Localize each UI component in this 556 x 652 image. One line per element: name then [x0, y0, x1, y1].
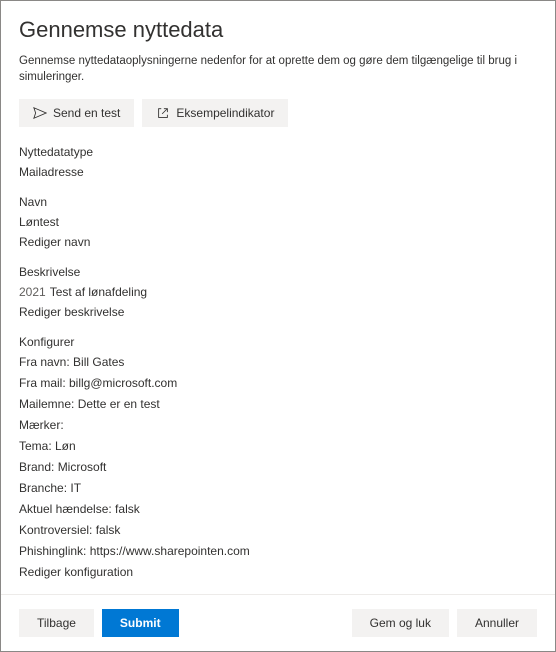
payload-type-label: Nyttedatatype	[19, 145, 537, 159]
cancel-button[interactable]: Annuller	[457, 609, 537, 637]
config-brand: Brand: Microsoft	[19, 460, 537, 474]
description-year: 2021	[19, 285, 46, 299]
send-icon	[33, 106, 47, 120]
payload-type-section: Nyttedatatype Mailadresse	[19, 145, 537, 179]
external-link-icon	[156, 106, 170, 120]
example-indicator-label: Eksempelindikator	[176, 106, 274, 120]
configure-label: Konfigurer	[19, 335, 537, 349]
footer: Tilbage Submit Gem og luk Annuller	[1, 594, 555, 651]
send-test-button[interactable]: Send en test	[19, 99, 134, 127]
example-indicator-button[interactable]: Eksempelindikator	[142, 99, 288, 127]
configure-section: Konfigurer Fra navn: Bill Gates Fra mail…	[19, 335, 537, 585]
name-label: Navn	[19, 195, 537, 209]
name-value: Løntest	[19, 215, 537, 229]
description-section: Beskrivelse 2021 Test af lønafdeling Red…	[19, 265, 537, 319]
edit-name-link[interactable]: Rediger navn	[19, 235, 537, 249]
description-label: Beskrivelse	[19, 265, 537, 279]
config-controversial: Kontroversiel: falsk	[19, 523, 537, 537]
send-test-label: Send en test	[53, 106, 120, 120]
config-branch: Branche: IT	[19, 481, 537, 495]
name-section: Navn Løntest Rediger navn	[19, 195, 537, 249]
config-theme: Tema: Løn	[19, 439, 537, 453]
config-phishing-link: Phishinglink: https://www.sharepointen.c…	[19, 544, 537, 558]
config-current-event: Aktuel hændelse: falsk	[19, 502, 537, 516]
config-tags: Mærker:	[19, 418, 537, 432]
action-row: Send en test Eksempelindikator	[19, 99, 537, 127]
page-subtitle: Gennemse nyttedataoplysningerne nedenfor…	[19, 53, 537, 85]
back-button[interactable]: Tilbage	[19, 609, 94, 637]
edit-description-link[interactable]: Rediger beskrivelse	[19, 305, 537, 319]
config-from-mail: Fra mail: billg@microsoft.com	[19, 376, 537, 390]
page-title: Gennemse nyttedata	[19, 17, 537, 43]
payload-type-value: Mailadresse	[19, 165, 537, 179]
save-close-button[interactable]: Gem og luk	[352, 609, 449, 637]
config-mail-subject: Mailemne: Dette er en test	[19, 397, 537, 411]
submit-button[interactable]: Submit	[102, 609, 179, 637]
edit-configuration-link[interactable]: Rediger konfiguration	[19, 565, 537, 579]
description-value: Test af lønafdeling	[50, 285, 147, 299]
config-from-name: Fra navn: Bill Gates	[19, 355, 537, 369]
